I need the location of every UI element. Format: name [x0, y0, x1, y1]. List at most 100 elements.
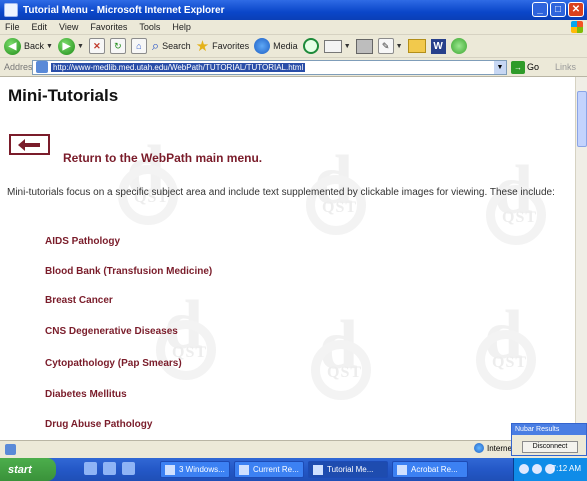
- quick-launch: [84, 462, 135, 475]
- window-title: Tutorial Menu - Microsoft Internet Explo…: [23, 4, 225, 16]
- search-button[interactable]: ⌕ Search: [152, 38, 191, 54]
- menu-edit[interactable]: Edit: [32, 22, 48, 32]
- topic-link-breast-cancer[interactable]: Breast Cancer: [45, 295, 113, 306]
- history-button[interactable]: [302, 38, 319, 54]
- minimize-button[interactable]: _: [532, 2, 548, 17]
- home-icon: ⌂: [130, 38, 147, 54]
- taskbar-item[interactable]: Tutorial Me...: [308, 461, 388, 478]
- go-button[interactable]: → Go: [511, 60, 540, 74]
- chevron-down-icon: ▼: [46, 42, 53, 50]
- topic-link-blood-bank[interactable]: Blood Bank (Transfusion Medicine): [45, 266, 212, 277]
- favorites-button[interactable]: ★ Favorites: [196, 39, 249, 54]
- media-button[interactable]: Media: [254, 38, 298, 54]
- notification-popup: Nubar Results Disconnect: [511, 423, 587, 456]
- star-icon: ★: [195, 37, 210, 55]
- disconnect-button[interactable]: Disconnect: [522, 441, 578, 453]
- toolbar: ◀ Back ▼ ▶ ▼ ✕ ↻ ⌂ ⌕ Search ★ Favorites …: [0, 35, 587, 58]
- start-button[interactable]: start: [0, 458, 56, 481]
- address-input[interactable]: http://www-medlib.med.utah.edu/WebPath/T…: [32, 59, 507, 75]
- links-button[interactable]: Links: [555, 62, 576, 72]
- stop-button[interactable]: ✕: [88, 38, 105, 54]
- back-button[interactable]: ◀ Back ▼: [4, 37, 53, 55]
- watermark-logo: d QST: [305, 302, 387, 422]
- page-content: d QST d QST d QST d QST d QST d QST Mini-Tutor…: [0, 77, 575, 440]
- watermark-logo: d QST: [470, 292, 552, 412]
- maximize-button[interactable]: □: [550, 2, 566, 17]
- taskbar-item-label: 3 Windows...: [179, 465, 225, 474]
- print-button[interactable]: [355, 38, 373, 54]
- menu-file[interactable]: File: [5, 22, 20, 32]
- menu-help[interactable]: Help: [172, 22, 191, 32]
- page-status-icon: [5, 444, 16, 455]
- mail-icon: [323, 39, 342, 53]
- tray-volume-icon[interactable]: [532, 464, 542, 474]
- taskbar-item-label: Acrobat Re...: [411, 465, 458, 474]
- media-label: Media: [273, 41, 298, 51]
- edit-icon: ✎: [377, 38, 394, 54]
- taskbar-item[interactable]: 3 Windows...: [160, 461, 230, 478]
- back-label: Back: [24, 41, 45, 51]
- address-bar: Address http://www-medlib.med.utah.edu/W…: [0, 58, 587, 77]
- messenger-button[interactable]: [450, 38, 467, 54]
- address-label: Address: [4, 62, 38, 72]
- folder-icon: [407, 39, 426, 53]
- topic-link-cns-degenerative[interactable]: CNS Degenerative Diseases: [45, 326, 178, 337]
- topic-link-diabetes-mellitus[interactable]: Diabetes Mellitus: [45, 389, 127, 400]
- menu-favorites[interactable]: Favorites: [90, 22, 127, 32]
- print-icon: [355, 38, 373, 54]
- window-icon: [313, 464, 323, 475]
- vertical-scrollbar[interactable]: [575, 77, 587, 440]
- globe-icon: [474, 443, 484, 453]
- stop-icon: ✕: [88, 38, 105, 54]
- page-icon: [36, 61, 48, 73]
- popup-title: Nubar Results: [512, 424, 586, 435]
- forward-arrow-icon: ▶: [57, 37, 75, 55]
- scrollbar-thumb[interactable]: [577, 91, 587, 147]
- topic-link-aids-pathology[interactable]: AIDS Pathology: [45, 236, 120, 247]
- close-button[interactable]: ✕: [568, 2, 584, 17]
- forward-button[interactable]: ▶ ▼: [57, 37, 84, 55]
- chevron-down-icon: ▼: [343, 42, 351, 50]
- taskbar-item[interactable]: Current Re...: [234, 461, 304, 478]
- quick-launch-outlook-icon[interactable]: [103, 462, 116, 475]
- security-zone: Internet: [474, 443, 514, 453]
- ie-icon: [4, 3, 18, 17]
- taskbar: start 3 Windows... Current Re... Tutoria…: [0, 458, 587, 481]
- back-to-menu-button[interactable]: [9, 134, 50, 155]
- search-label: Search: [162, 41, 191, 51]
- menu-tools[interactable]: Tools: [139, 22, 160, 32]
- chevron-down-icon: ▼: [395, 42, 403, 50]
- quick-launch-ie-icon[interactable]: [84, 462, 97, 475]
- window-icon: [239, 464, 249, 475]
- windows-logo-icon: [571, 21, 583, 33]
- tray-network-icon[interactable]: [519, 464, 529, 474]
- status-bar: Internet: [0, 440, 587, 458]
- go-label: Go: [527, 62, 540, 72]
- folder-button[interactable]: [407, 39, 426, 53]
- menu-view[interactable]: View: [59, 22, 78, 32]
- taskbar-item[interactable]: Acrobat Re...: [392, 461, 468, 478]
- clock: 7:12 AM: [551, 464, 581, 473]
- home-button[interactable]: ⌂: [130, 38, 147, 54]
- quick-launch-desktop-icon[interactable]: [122, 462, 135, 475]
- word-button[interactable]: W: [430, 38, 446, 54]
- word-icon: W: [430, 38, 446, 54]
- taskbar-item-label: Current Re...: [253, 465, 299, 474]
- address-dropdown-icon[interactable]: ▼: [494, 60, 506, 74]
- topic-link-drug-abuse[interactable]: Drug Abuse Pathology: [45, 419, 152, 430]
- watermark-logo: d QST: [480, 147, 562, 267]
- window-controls: _ □ ✕: [532, 2, 584, 17]
- back-to-menu-link[interactable]: Return to the WebPath main menu.: [63, 151, 262, 165]
- messenger-icon: [450, 38, 467, 54]
- go-arrow-icon: →: [511, 60, 525, 74]
- refresh-button[interactable]: ↻: [109, 38, 126, 54]
- taskbar-item-label: Tutorial Me...: [327, 465, 374, 474]
- watermark-logo: d QST: [150, 282, 232, 402]
- mail-button[interactable]: ▼: [323, 39, 351, 53]
- chevron-down-icon: ▼: [76, 42, 84, 50]
- address-url[interactable]: http://www-medlib.med.utah.edu/WebPath/T…: [51, 62, 306, 72]
- favorites-label: Favorites: [212, 41, 250, 51]
- history-icon: [302, 38, 319, 54]
- edit-button[interactable]: ✎ ▼: [377, 38, 403, 54]
- topic-link-cytopathology[interactable]: Cytopathology (Pap Smears): [45, 358, 182, 369]
